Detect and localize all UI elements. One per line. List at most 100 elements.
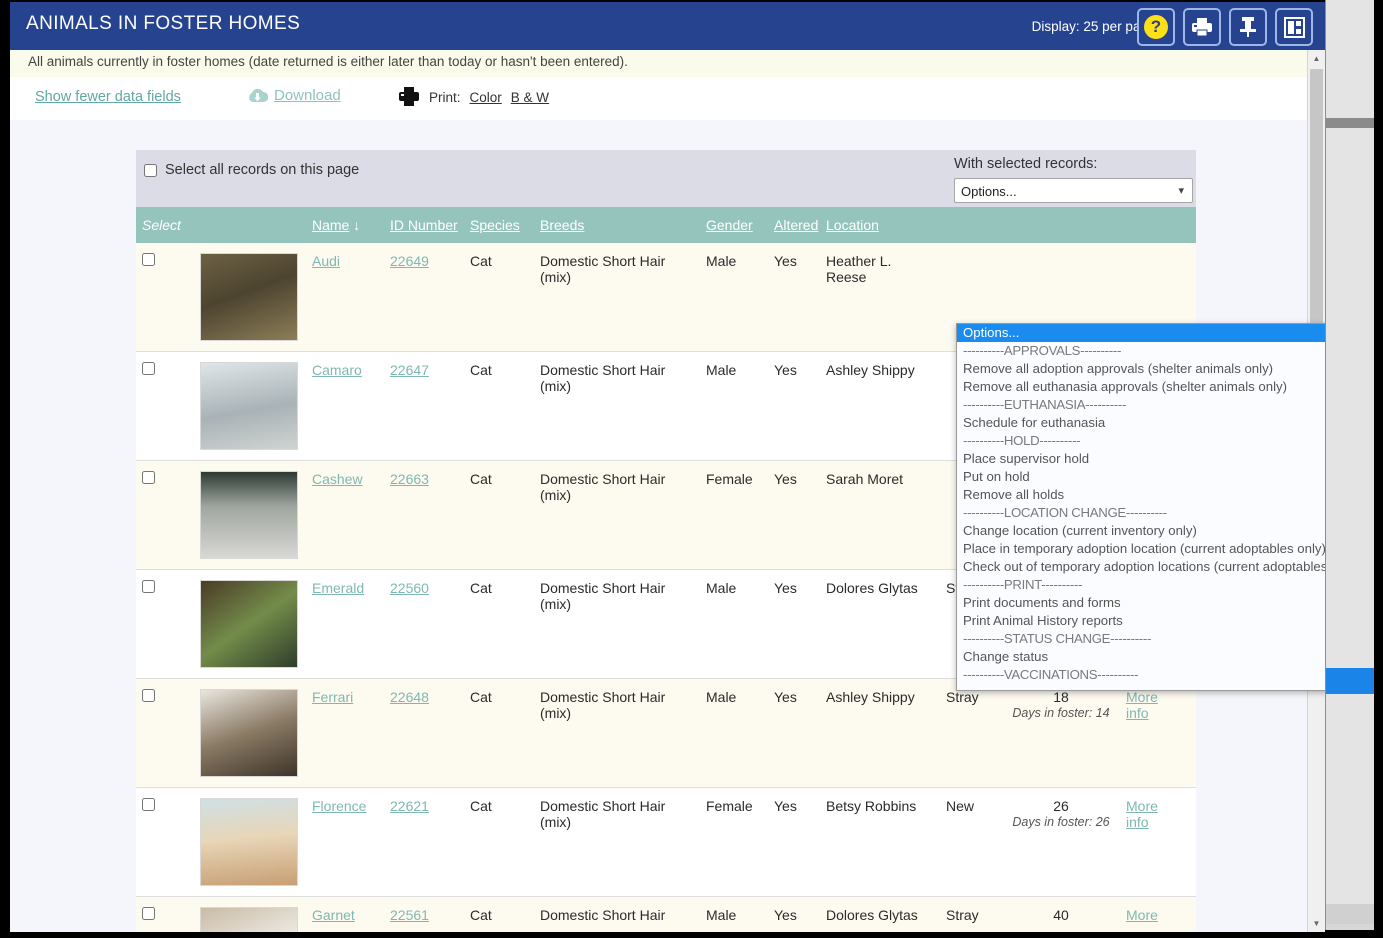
pushpin-icon	[1240, 17, 1256, 37]
dropdown-option[interactable]: ----------EUTHANASIA----------	[957, 396, 1325, 414]
animal-id-link[interactable]: 22560	[390, 580, 429, 596]
cell-id-number: 22561	[384, 896, 464, 932]
cell-name: Cashew	[306, 460, 384, 570]
with-selected-records-label: With selected records:	[954, 156, 1098, 172]
app-header: ANIMALS IN FOSTER HOMES Display: 25 per …	[10, 2, 1325, 50]
animal-id-link[interactable]: 22561	[390, 907, 429, 923]
cell-breeds: Domestic Short Hair (mix)	[534, 243, 700, 352]
download-label: Download	[274, 87, 341, 104]
cell-photo	[194, 569, 306, 679]
cell-id-number: 22648	[384, 678, 464, 788]
dropdown-option[interactable]: Remove all euthanasia approvals (shelter…	[957, 378, 1325, 396]
print-bw-link[interactable]: B & W	[511, 90, 549, 105]
cell-photo	[194, 678, 306, 788]
select-all-checkbox[interactable]	[144, 163, 157, 177]
row-select-checkbox[interactable]	[142, 689, 155, 702]
cell-name: Emerald	[306, 569, 384, 679]
row-select-checkbox[interactable]	[142, 362, 155, 375]
animal-name-link[interactable]: Garnet	[312, 907, 355, 923]
cell-gender: Female	[700, 460, 768, 570]
description-text: All animals currently in foster homes (d…	[28, 54, 628, 69]
cell-name: Camaro	[306, 351, 384, 461]
cell-name: Ferrari	[306, 678, 384, 788]
row-select-checkbox[interactable]	[142, 253, 155, 266]
column-header-name[interactable]: Name ↓	[306, 207, 384, 243]
animal-name-link[interactable]: Cashew	[312, 471, 363, 487]
page-title: ANIMALS IN FOSTER HOMES	[26, 13, 301, 34]
animal-id-link[interactable]: 22649	[390, 253, 429, 269]
more-info-link[interactable]: More	[1126, 907, 1158, 923]
dropdown-option[interactable]: ----------APPROVALS----------	[957, 342, 1325, 360]
pin-button[interactable]	[1229, 8, 1267, 46]
select-all-control[interactable]: Select all records on this page	[144, 162, 359, 178]
cell-species: Cat	[464, 678, 534, 788]
animal-name-link[interactable]: Audi	[312, 253, 340, 269]
dropdown-option[interactable]: Schedule for euthanasia	[957, 414, 1325, 432]
show-fewer-data-fields-link[interactable]: Show fewer data fields	[35, 89, 181, 105]
column-header-gender[interactable]: Gender	[700, 207, 768, 243]
animal-id-link[interactable]: 22621	[390, 798, 429, 814]
cell-species: Cat	[464, 896, 534, 932]
print-label: Print:	[429, 89, 461, 105]
row-select-checkbox[interactable]	[142, 907, 155, 920]
dropdown-option[interactable]: Change location (current inventory only)	[957, 522, 1325, 540]
animal-id-link[interactable]: 22663	[390, 471, 429, 487]
cell-breeds: Domestic Short Hair (mix)	[534, 460, 700, 570]
dropdown-option[interactable]: Change status	[957, 648, 1325, 666]
dropdown-option[interactable]: Remove all holds	[957, 486, 1325, 504]
print-color-link[interactable]: Color	[470, 90, 502, 105]
column-header-breeds[interactable]: Breeds	[534, 207, 700, 243]
dropdown-option[interactable]: Print documents and forms	[957, 594, 1325, 612]
dropdown-option[interactable]: ----------STATUS CHANGE----------	[957, 630, 1325, 648]
animal-name-link[interactable]: Emerald	[312, 580, 364, 596]
animal-name-link[interactable]: Ferrari	[312, 689, 353, 705]
description-bar: All animals currently in foster homes (d…	[10, 50, 1325, 78]
selection-bar: Select all records on this page With sel…	[136, 150, 1196, 207]
column-header-species[interactable]: Species	[464, 207, 534, 243]
animal-id-link[interactable]: 22647	[390, 362, 429, 378]
column-header-name-label: Name	[312, 217, 350, 233]
cell-species: Cat	[464, 243, 534, 352]
scroll-down-arrow-icon[interactable]: ▼	[1308, 915, 1325, 932]
row-select-checkbox[interactable]	[142, 471, 155, 484]
cell-photo	[194, 787, 306, 897]
dropdown-option[interactable]: ----------LOCATION CHANGE----------	[957, 504, 1325, 522]
cell-breeds: Domestic Short Hair (mix)	[534, 569, 700, 679]
column-header-location[interactable]: Location	[820, 207, 940, 243]
animal-id-link[interactable]: 22648	[390, 689, 429, 705]
dropdown-option[interactable]: Remove all adoption approvals (shelter a…	[957, 360, 1325, 378]
bulk-action-select[interactable]: Options... ▾	[954, 178, 1193, 203]
row-select-checkbox[interactable]	[142, 798, 155, 811]
download-cloud-icon	[249, 88, 268, 102]
print-button[interactable]	[1183, 8, 1221, 46]
animal-photo	[200, 362, 298, 450]
cell-location: Sarah Moret	[820, 460, 940, 570]
browser-viewport: ANIMALS IN FOSTER HOMES Display: 25 per …	[10, 2, 1325, 932]
more-info-link[interactable]: Moreinfo	[1126, 689, 1158, 721]
more-info-link[interactable]: Moreinfo	[1126, 798, 1158, 830]
cell-id-number: 22560	[384, 569, 464, 679]
bulk-action-dropdown-list[interactable]: Options... ----------APPROVALS---------- R…	[956, 323, 1325, 691]
dropdown-option[interactable]: Check out of temporary adoption location…	[957, 558, 1325, 576]
dropdown-option[interactable]: Print Animal History reports	[957, 612, 1325, 630]
dropdown-option[interactable]: ----------HOLD----------	[957, 432, 1325, 450]
dropdown-option[interactable]: Place supervisor hold	[957, 450, 1325, 468]
cell-species: Cat	[464, 569, 534, 679]
column-header-altered[interactable]: Altered	[768, 207, 820, 243]
column-header-days	[1002, 207, 1120, 243]
cell-photo	[194, 351, 306, 461]
dropdown-option[interactable]: ----------VACCINATIONS----------	[957, 666, 1325, 684]
download-button[interactable]: Download	[247, 87, 341, 104]
dropdown-option[interactable]: ----------PRINT----------	[957, 576, 1325, 594]
animal-name-link[interactable]: Florence	[312, 798, 366, 814]
dropdown-option[interactable]: Options...	[957, 324, 1325, 342]
cell-gender: Male	[700, 243, 768, 352]
animal-name-link[interactable]: Camaro	[312, 362, 362, 378]
help-button[interactable]: ?	[1137, 8, 1175, 46]
scroll-up-arrow-icon[interactable]: ▲	[1308, 50, 1325, 67]
column-header-id-number[interactable]: ID Number	[384, 207, 464, 243]
dropdown-option[interactable]: Put on hold	[957, 468, 1325, 486]
layout-button[interactable]	[1275, 8, 1313, 46]
row-select-checkbox[interactable]	[142, 580, 155, 593]
dropdown-option[interactable]: Place in temporary adoption location (cu…	[957, 540, 1325, 558]
